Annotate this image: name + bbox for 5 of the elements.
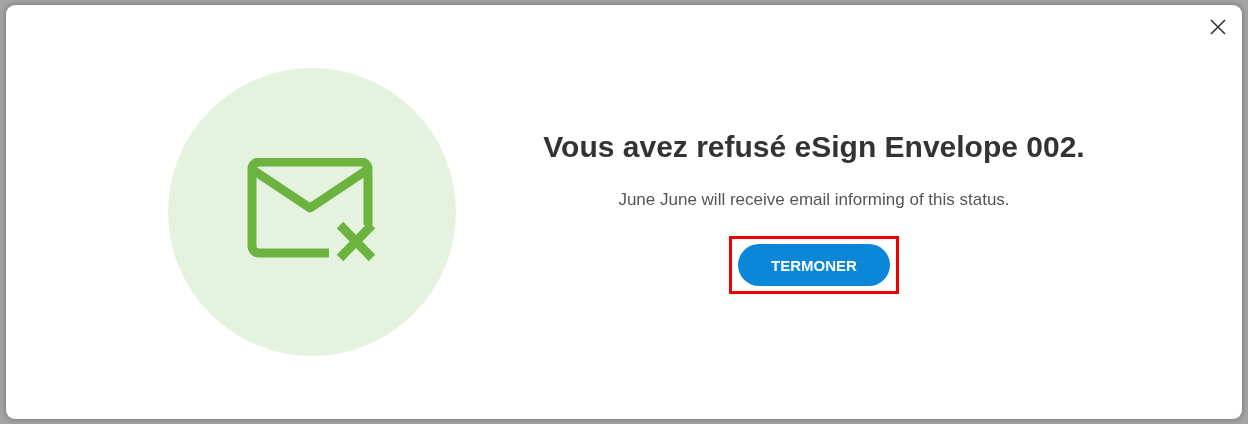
close-button[interactable] (1208, 17, 1228, 37)
status-message: June June will receive email informing of this status. (618, 190, 1010, 210)
dialog-title: Vous avez refusé eSign Envelope 002. (543, 130, 1085, 164)
close-icon (1210, 19, 1226, 35)
finish-button[interactable]: TERMONER (738, 244, 890, 286)
